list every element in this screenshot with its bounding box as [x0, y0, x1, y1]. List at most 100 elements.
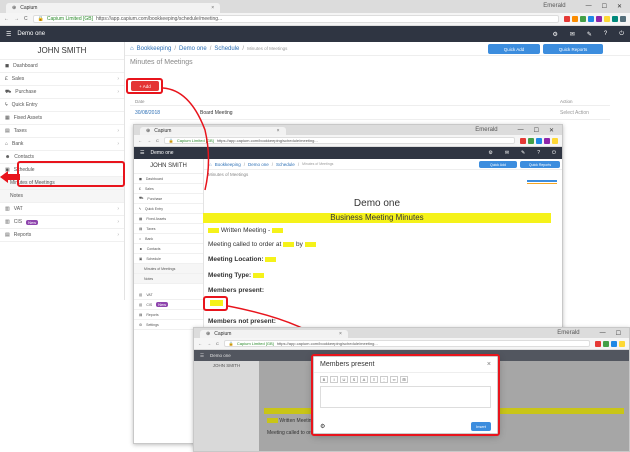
- sidebar-item-reports[interactable]: ▤ Reports ›: [0, 229, 124, 242]
- sidebar-item-schedule[interactable]: ▣ Schedule: [134, 254, 203, 264]
- extension-icon[interactable]: [552, 137, 558, 144]
- forward-icon[interactable]: →: [207, 341, 211, 346]
- placeholder-field[interactable]: [304, 241, 316, 247]
- home-icon[interactable]: ⌂: [209, 162, 212, 167]
- sidebar-item-vat[interactable]: ▥ VAT ›: [0, 203, 124, 216]
- home-icon[interactable]: ⌂: [130, 46, 134, 52]
- action-select[interactable]: Select Action: [560, 110, 589, 116]
- new-badge: New: [156, 302, 169, 307]
- placeholder-field[interactable]: [283, 241, 295, 247]
- settings-icon[interactable]: ⚙: [552, 31, 557, 38]
- forward-icon[interactable]: →: [14, 16, 19, 22]
- reload-icon[interactable]: C: [24, 16, 28, 22]
- menu-icon[interactable]: ☰: [140, 150, 144, 156]
- extension-icon[interactable]: [588, 16, 594, 22]
- extension-icon[interactable]: [619, 340, 625, 347]
- power-icon[interactable]: ⏻: [552, 150, 556, 156]
- reload-icon[interactable]: C: [216, 341, 219, 346]
- extension-icon[interactable]: [604, 16, 610, 22]
- sidebar-item-taxes[interactable]: ▤ Taxes: [134, 224, 203, 234]
- sidebar-item-purchase[interactable]: ⛟ Purchase: [134, 194, 203, 204]
- sidebar-item-reports[interactable]: ▤ Reports: [134, 310, 203, 320]
- extension-icon[interactable]: [596, 16, 602, 22]
- sidebar-item-fixed-assets[interactable]: ▦ Fixed Assets: [134, 214, 203, 224]
- pin-icon[interactable]: ✎: [587, 31, 592, 38]
- url-field[interactable]: 🔒 Capium Limited [GB] https://app.capium.c…: [163, 136, 515, 145]
- sidebar-item-notes[interactable]: Notes: [0, 190, 124, 203]
- help-icon[interactable]: ?: [604, 31, 607, 38]
- sidebar-item-dashboard[interactable]: ◼ Dashboard: [134, 174, 203, 184]
- extension-icon[interactable]: [595, 340, 601, 347]
- extension-icon[interactable]: [580, 16, 586, 22]
- help-icon[interactable]: ?: [537, 150, 540, 156]
- sidebar-item-quick-entry[interactable]: ϟ Quick Entry: [134, 204, 203, 214]
- browser-tab[interactable]: ⊕ Capium ×: [140, 127, 286, 135]
- close-window-icon[interactable]: ✕: [617, 3, 622, 10]
- sidebar-item-notes[interactable]: Notes: [134, 274, 203, 284]
- sidebar-item-contacts[interactable]: ☻ Contacts: [134, 244, 203, 254]
- menu-icon[interactable]: ☰: [6, 31, 11, 38]
- close-window-icon[interactable]: ✕: [549, 127, 554, 134]
- close-tab-icon[interactable]: ×: [339, 331, 342, 337]
- sidebar-item-minutes[interactable]: Minutes of Meetings: [134, 264, 203, 274]
- minimize-icon[interactable]: —: [600, 330, 606, 337]
- sidebar-item-cis[interactable]: ▥ CIS New ›: [0, 216, 124, 229]
- members-not-present-label: Members not present:: [208, 318, 276, 325]
- minimize-icon[interactable]: —: [518, 127, 524, 134]
- reload-icon[interactable]: C: [156, 138, 159, 143]
- sidebar-item-dashboard[interactable]: ◼ Dashboard: [0, 60, 124, 73]
- quick-reports-button[interactable]: Quick Reports: [543, 44, 603, 54]
- extension-icon[interactable]: [564, 16, 570, 22]
- maximize-icon[interactable]: ☐: [616, 330, 621, 337]
- placeholder-field[interactable]: [253, 272, 265, 278]
- extension-icon[interactable]: [528, 137, 534, 144]
- settings-icon[interactable]: ⚙: [488, 150, 492, 156]
- close-tab-icon[interactable]: ×: [277, 128, 280, 134]
- power-icon[interactable]: ⏻: [619, 31, 624, 38]
- quick-add-button[interactable]: Quick Add: [479, 161, 517, 168]
- extension-icon[interactable]: [603, 340, 609, 347]
- extension-icon[interactable]: [620, 16, 626, 22]
- placeholder-field[interactable]: [208, 227, 219, 233]
- sidebar-item-vat[interactable]: ▥ VAT: [134, 290, 203, 300]
- url-field[interactable]: 🔒 Capium Limited [GB] https://app.capium.c…: [223, 339, 590, 348]
- notification-icon[interactable]: ✉: [505, 150, 509, 156]
- sidebar-item-sales[interactable]: £ Sales ›: [0, 73, 124, 86]
- sidebar-item-cis[interactable]: ▥ CIS New: [134, 300, 203, 310]
- browser-tab[interactable]: ⊕ Capium ×: [200, 330, 348, 338]
- forward-icon[interactable]: →: [147, 138, 151, 143]
- extension-icon[interactable]: [520, 137, 526, 144]
- minimize-icon[interactable]: —: [586, 3, 592, 10]
- extension-icon[interactable]: [572, 16, 578, 22]
- sidebar-item-fixed-assets[interactable]: ▦ Fixed Assets: [0, 112, 124, 125]
- close-tab-icon[interactable]: ×: [211, 5, 214, 11]
- quick-reports-button[interactable]: Quick Reports: [520, 161, 560, 168]
- extension-icon[interactable]: [612, 16, 618, 22]
- sidebar-item-purchase[interactable]: ⛟ Purchase ›: [0, 86, 124, 99]
- pin-icon[interactable]: ✎: [521, 150, 525, 156]
- back-icon[interactable]: ←: [4, 16, 9, 22]
- quick-add-button[interactable]: Quick Add: [488, 44, 540, 54]
- table-row[interactable]: 30/08/2018 Board Meeting Select Action: [130, 106, 610, 120]
- placeholder-field[interactable]: [265, 256, 277, 262]
- back-icon[interactable]: ←: [138, 138, 142, 143]
- extension-icon[interactable]: [536, 137, 542, 144]
- extension-icon[interactable]: [544, 137, 550, 144]
- sidebar: JOHN SMITH: [194, 361, 259, 451]
- sidebar-item-sales[interactable]: £ Sales: [134, 184, 203, 194]
- notification-icon[interactable]: ✉: [570, 31, 575, 38]
- maximize-icon[interactable]: ☐: [602, 3, 607, 10]
- pointer-arrow-icon: [0, 171, 20, 183]
- placeholder-field[interactable]: [272, 227, 283, 233]
- extension-icon[interactable]: [611, 340, 617, 347]
- bank-icon: ⌂: [5, 141, 9, 147]
- back-icon[interactable]: ←: [198, 341, 202, 346]
- sidebar-item-taxes[interactable]: ▤ Taxes ›: [0, 125, 124, 138]
- sidebar-item-bank[interactable]: ⌂ Bank: [134, 234, 203, 244]
- sidebar-item-quick-entry[interactable]: ϟ Quick Entry: [0, 99, 124, 112]
- menu-icon[interactable]: ☰: [200, 353, 204, 359]
- url-field[interactable]: 🔒 Capium Limited [GB] https://app.capium.c…: [32, 14, 559, 24]
- sidebar-item-bank[interactable]: ⌂ Bank ›: [0, 138, 124, 151]
- browser-tab[interactable]: ⊕ Capium ×: [6, 2, 221, 13]
- maximize-icon[interactable]: ☐: [534, 127, 539, 134]
